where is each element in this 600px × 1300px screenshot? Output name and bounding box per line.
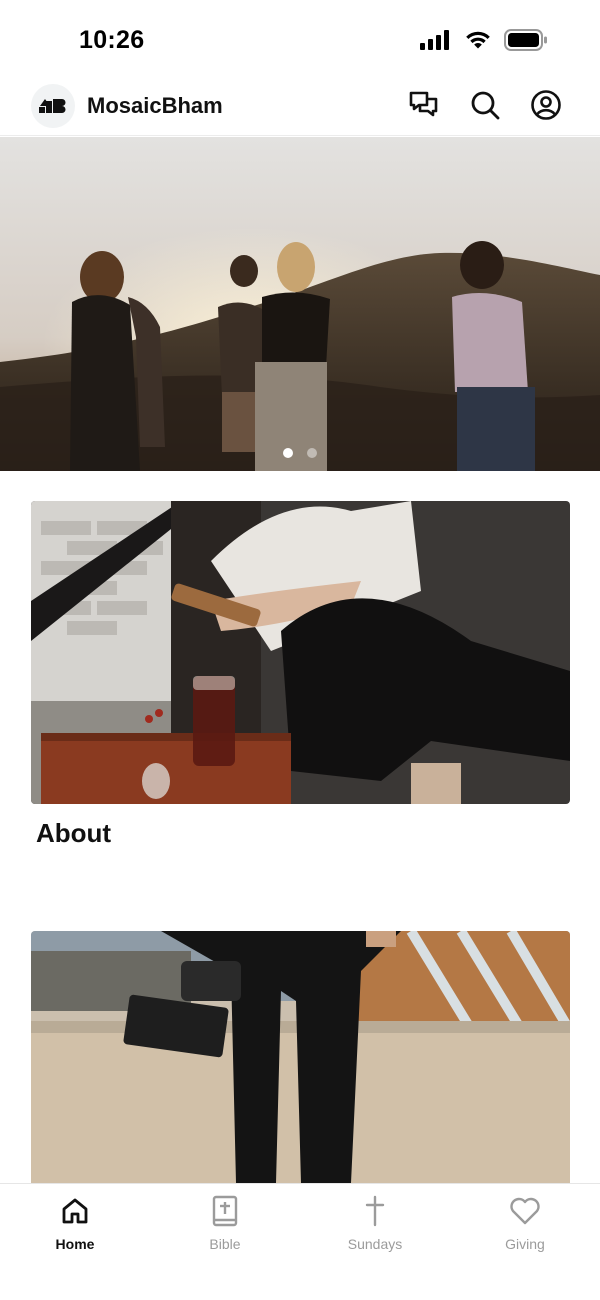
hero-photo [0, 137, 600, 471]
home-icon [58, 1194, 92, 1228]
tab-bible-label: Bible [209, 1236, 241, 1252]
account-icon [530, 89, 562, 126]
status-bar: 10:26 [0, 0, 600, 80]
tab-home[interactable]: Home [15, 1194, 135, 1264]
search-icon [469, 89, 501, 126]
search-button[interactable] [467, 89, 503, 125]
media-card[interactable] [31, 931, 570, 1183]
carousel-dots [0, 448, 600, 458]
cellular-signal-icon [420, 30, 452, 55]
heart-icon [508, 1194, 542, 1228]
status-icons [420, 29, 548, 56]
tab-sundays-label: Sundays [347, 1236, 403, 1252]
chat-icon [408, 90, 440, 125]
cross-icon [358, 1194, 392, 1228]
carousel-dot-1[interactable] [283, 448, 293, 458]
tab-home-label: Home [55, 1236, 95, 1252]
media-card-image [31, 931, 570, 1183]
about-card[interactable]: About [31, 501, 570, 849]
chat-button[interactable] [406, 89, 442, 125]
app-header: MosaicBham [0, 78, 600, 136]
tab-sundays[interactable]: Sundays [315, 1194, 435, 1264]
account-button[interactable] [528, 89, 564, 125]
mosaic-logo-icon[interactable] [31, 84, 75, 128]
battery-icon [504, 29, 548, 56]
bottom-tab-bar: Home Bible Sundays Giving [0, 1183, 600, 1300]
tab-giving[interactable]: Giving [465, 1194, 585, 1264]
about-card-image [31, 501, 570, 804]
hero-carousel[interactable] [0, 137, 600, 471]
tab-bible[interactable]: Bible [165, 1194, 285, 1264]
carousel-dot-2[interactable] [307, 448, 317, 458]
app-title: MosaicBham [87, 93, 223, 118]
about-card-title: About [36, 818, 112, 848]
wifi-icon [464, 30, 492, 55]
bible-icon [208, 1194, 242, 1228]
status-time: 10:26 [79, 26, 145, 54]
tab-giving-label: Giving [505, 1236, 545, 1252]
